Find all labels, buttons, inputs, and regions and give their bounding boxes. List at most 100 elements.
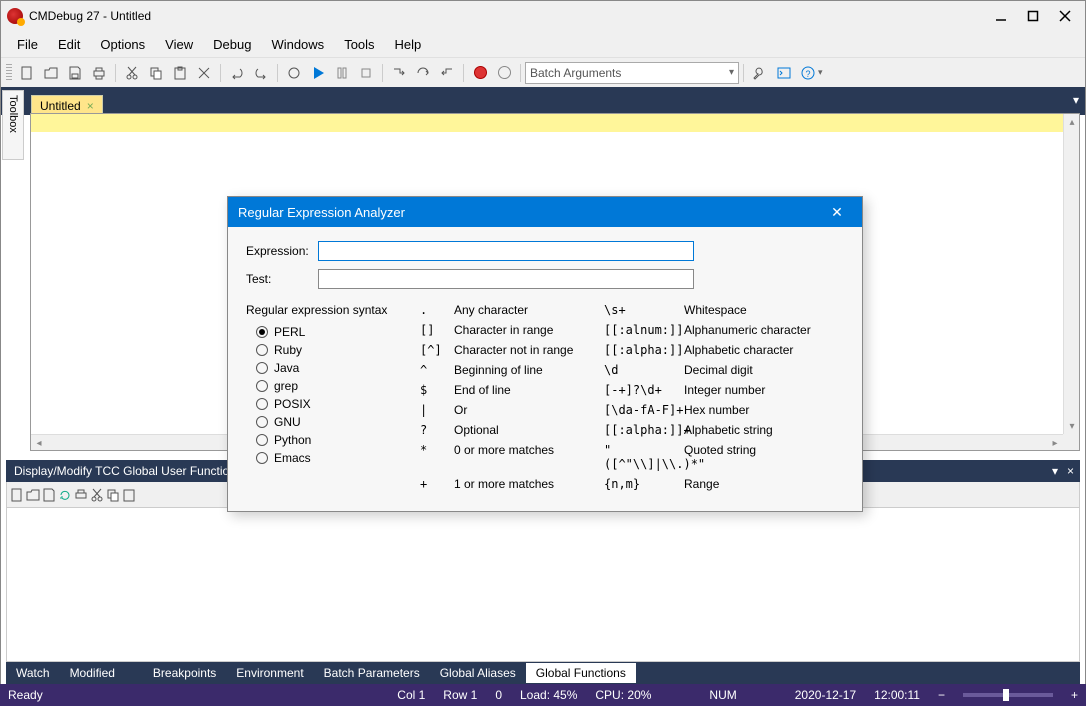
syntax-radio-python[interactable]: Python [246, 431, 396, 449]
ref-cell: * [420, 443, 454, 457]
wrench-icon[interactable] [749, 62, 771, 84]
bp-open-icon[interactable] [25, 487, 41, 503]
prompt-icon[interactable] [773, 62, 795, 84]
vertical-scrollbar[interactable]: ▴ ▾ [1063, 114, 1079, 434]
record-icon[interactable] [469, 62, 491, 84]
close-panel-icon[interactable]: × [1067, 464, 1074, 478]
syntax-radio-perl[interactable]: PERL [246, 323, 396, 341]
menu-options[interactable]: Options [90, 34, 155, 55]
status-zero: 0 [495, 688, 502, 702]
scroll-down-icon[interactable]: ▾ [1064, 418, 1080, 434]
menu-edit[interactable]: Edit [48, 34, 90, 55]
ref-cell: Whitespace [684, 303, 844, 317]
ref-cell: [-+]?\d+ [604, 383, 684, 397]
step-over-icon[interactable] [412, 62, 434, 84]
radio-icon [256, 380, 268, 392]
dialog-titlebar[interactable]: Regular Expression Analyzer ✕ [228, 197, 862, 227]
menu-view[interactable]: View [155, 34, 203, 55]
paste-icon[interactable] [169, 62, 191, 84]
step-out-icon[interactable] [436, 62, 458, 84]
copy-icon[interactable] [145, 62, 167, 84]
pause-icon[interactable] [331, 62, 353, 84]
toolbox-panel[interactable]: Toolbox [2, 90, 24, 160]
editor-tabbar: Untitled × ▾ [1, 87, 1085, 115]
menu-windows[interactable]: Windows [261, 34, 334, 55]
bp-save-icon[interactable] [41, 487, 57, 503]
bottom-tabs: Watch Modified Breakpoints Environment B… [6, 662, 1080, 684]
tab-global-functions[interactable]: Global Functions [526, 663, 636, 683]
zoom-plus-icon[interactable]: + [1071, 688, 1078, 702]
scroll-up-icon[interactable]: ▴ [1064, 114, 1080, 130]
syntax-radio-grep[interactable]: grep [246, 377, 396, 395]
ref-cell: ? [420, 423, 454, 437]
pin-icon[interactable]: ▾ [1052, 464, 1058, 478]
open-icon[interactable] [40, 62, 62, 84]
menu-tools[interactable]: Tools [334, 34, 384, 55]
cut-icon[interactable] [121, 62, 143, 84]
menu-debug[interactable]: Debug [203, 34, 261, 55]
bottom-panel-body[interactable] [6, 508, 1080, 662]
maximize-button[interactable] [1019, 6, 1047, 26]
minimize-button[interactable] [987, 6, 1015, 26]
file-tab-label: Untitled [40, 99, 81, 113]
syntax-radio-ruby[interactable]: Ruby [246, 341, 396, 359]
new-icon[interactable] [16, 62, 38, 84]
redo-icon[interactable] [250, 62, 272, 84]
stop-icon[interactable] [355, 62, 377, 84]
bp-cut-icon[interactable] [89, 487, 105, 503]
syntax-radio-posix[interactable]: POSIX [246, 395, 396, 413]
file-tab-untitled[interactable]: Untitled × [31, 95, 103, 115]
tab-environment[interactable]: Environment [226, 663, 313, 683]
scroll-right-icon[interactable]: ▸ [1047, 435, 1063, 451]
syntax-radio-gnu[interactable]: GNU [246, 413, 396, 431]
menu-file[interactable]: File [7, 34, 48, 55]
menu-help[interactable]: Help [385, 34, 432, 55]
close-tab-icon[interactable]: × [87, 99, 94, 113]
undo-icon[interactable] [226, 62, 248, 84]
scroll-left-icon[interactable]: ◂ [31, 435, 47, 451]
save-icon[interactable] [64, 62, 86, 84]
help-icon[interactable]: ? [797, 62, 819, 84]
ref-cell: Integer number [684, 383, 844, 397]
zoom-slider[interactable] [963, 693, 1053, 697]
record-ring-icon[interactable] [493, 62, 515, 84]
bp-new-icon[interactable] [9, 487, 25, 503]
titlebar: CMDebug 27 - Untitled [1, 1, 1085, 31]
breakpoint-icon[interactable] [283, 62, 305, 84]
ref-cell: [] [420, 323, 454, 337]
bp-print-icon[interactable] [73, 487, 89, 503]
dropdown-caret-icon[interactable]: ▾ [818, 67, 823, 78]
batch-arguments-combo[interactable]: Batch Arguments [525, 62, 739, 84]
bp-paste-icon[interactable] [121, 487, 137, 503]
ref-cell: [\da-fA-F]+ [604, 403, 684, 417]
test-input[interactable] [318, 269, 694, 289]
expression-input[interactable] [318, 241, 694, 261]
status-cpu: CPU: 20% [595, 688, 651, 702]
close-button[interactable] [1051, 6, 1079, 26]
step-into-icon[interactable] [388, 62, 410, 84]
panel-dropdown-icon[interactable]: ▾ [1073, 93, 1079, 107]
tab-global-aliases[interactable]: Global Aliases [430, 663, 526, 683]
bp-refresh-icon[interactable] [57, 487, 73, 503]
tab-batch-parameters[interactable]: Batch Parameters [314, 663, 430, 683]
dialog-close-icon[interactable]: ✕ [822, 204, 852, 221]
radio-label: Java [274, 361, 299, 375]
ref-cell: Alphabetic character [684, 343, 844, 357]
tab-breakpoints[interactable]: Breakpoints [143, 663, 226, 683]
tab-modified[interactable]: Modified [60, 663, 125, 683]
radio-label: Emacs [274, 451, 311, 465]
zoom-minus-icon[interactable]: − [938, 688, 945, 702]
syntax-radio-emacs[interactable]: Emacs [246, 449, 396, 467]
run-icon[interactable] [307, 62, 329, 84]
radio-label: Ruby [274, 343, 302, 357]
toolbar-grip[interactable] [6, 64, 12, 82]
ref-cell: Optional [454, 423, 604, 437]
ref-cell: ^ [420, 363, 454, 377]
print-icon[interactable] [88, 62, 110, 84]
dialog-title: Regular Expression Analyzer [238, 205, 405, 220]
bp-copy-icon[interactable] [105, 487, 121, 503]
tab-watch[interactable]: Watch [6, 663, 60, 683]
delete-icon[interactable] [193, 62, 215, 84]
syntax-radio-java[interactable]: Java [246, 359, 396, 377]
status-row: Row 1 [443, 688, 477, 702]
